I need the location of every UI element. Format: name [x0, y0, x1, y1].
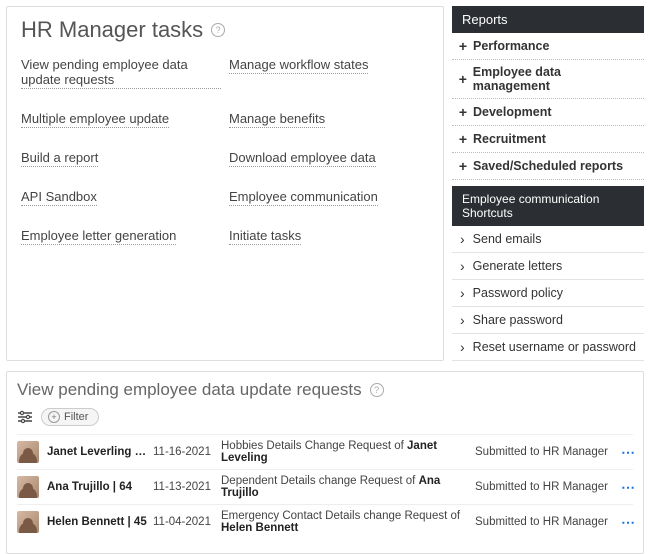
- request-row[interactable]: Ana Trujillo | 64 11-13-2021 Dependent D…: [17, 469, 633, 504]
- chevron-right-icon: ›: [460, 286, 465, 300]
- request-description: Dependent Details change Request of Ana …: [221, 475, 469, 499]
- shortcuts-header: Employee communication Shortcuts: [452, 186, 644, 226]
- expand-icon: +: [458, 71, 468, 87]
- avatar: [17, 441, 39, 463]
- report-item-saved[interactable]: + Saved/Scheduled reports: [452, 153, 644, 180]
- shortcut-label: Reset username or password: [473, 340, 636, 354]
- chevron-right-icon: ›: [460, 259, 465, 273]
- chevron-right-icon: ›: [460, 232, 465, 246]
- chevron-right-icon: ›: [460, 340, 465, 354]
- report-item-performance[interactable]: + Performance: [452, 33, 644, 60]
- task-link[interactable]: Manage benefits: [229, 111, 325, 128]
- request-status: Submitted to HR Manager: [475, 516, 615, 528]
- report-item-recruitment[interactable]: + Recruitment: [452, 126, 644, 153]
- avatar: [17, 511, 39, 533]
- request-status: Submitted to HR Manager: [475, 481, 615, 493]
- report-item-development[interactable]: + Development: [452, 99, 644, 126]
- reports-header: Reports: [452, 6, 644, 33]
- row-menu-icon[interactable]: ⋯: [621, 514, 633, 531]
- shortcut-label: Share password: [473, 313, 563, 327]
- requests-title: View pending employee data update reques…: [17, 380, 362, 400]
- report-item-emp-data[interactable]: + Employee data management: [452, 60, 644, 99]
- task-link[interactable]: API Sandbox: [21, 189, 97, 206]
- filter-label: Filter: [64, 411, 88, 423]
- tasks-title: HR Manager tasks: [21, 17, 203, 43]
- shortcut-share-password[interactable]: › Share password: [452, 307, 644, 334]
- request-row[interactable]: Janet Leverling | 56 11-16-2021 Hobbies …: [17, 434, 633, 469]
- shortcut-generate-letters[interactable]: › Generate letters: [452, 253, 644, 280]
- avatar: [17, 476, 39, 498]
- shortcut-label: Send emails: [473, 232, 542, 246]
- request-row[interactable]: Helen Bennett | 45 11-04-2021 Emergency …: [17, 504, 633, 539]
- report-label: Recruitment: [473, 132, 546, 146]
- task-link[interactable]: Employee communication: [229, 189, 378, 206]
- chevron-right-icon: ›: [460, 313, 465, 327]
- report-label: Saved/Scheduled reports: [473, 159, 623, 173]
- filter-button[interactable]: + Filter: [41, 408, 99, 426]
- shortcut-password-policy[interactable]: › Password policy: [452, 280, 644, 307]
- task-link[interactable]: Multiple employee update: [21, 111, 169, 128]
- help-icon[interactable]: ?: [370, 383, 384, 397]
- shortcut-label: Password policy: [473, 286, 563, 300]
- task-link[interactable]: View pending employee data update reques…: [21, 57, 221, 89]
- task-link[interactable]: Employee letter generation: [21, 228, 176, 245]
- settings-icon[interactable]: [17, 410, 33, 424]
- employee-name-id: Ana Trujillo | 64: [47, 481, 147, 493]
- request-date: 11-13-2021: [153, 481, 215, 493]
- report-label: Development: [473, 105, 552, 119]
- expand-icon: +: [458, 158, 468, 174]
- requests-panel: View pending employee data update reques…: [6, 371, 644, 554]
- request-date: 11-04-2021: [153, 516, 215, 528]
- expand-icon: +: [458, 104, 468, 120]
- request-status: Submitted to HR Manager: [475, 446, 615, 458]
- tasks-panel: HR Manager tasks ? View pending employee…: [6, 6, 444, 361]
- row-menu-icon[interactable]: ⋯: [621, 479, 633, 496]
- expand-icon: +: [458, 131, 468, 147]
- request-description: Hobbies Details Change Request of Janet …: [221, 440, 469, 464]
- row-menu-icon[interactable]: ⋯: [621, 444, 633, 461]
- report-label: Employee data management: [473, 65, 638, 93]
- expand-icon: +: [458, 38, 468, 54]
- employee-name-id: Janet Leverling | 56: [47, 446, 147, 458]
- shortcut-label: Generate letters: [473, 259, 563, 273]
- task-link[interactable]: Download employee data: [229, 150, 376, 167]
- employee-name-id: Helen Bennett | 45: [47, 516, 147, 528]
- help-icon[interactable]: ?: [211, 23, 225, 37]
- task-link[interactable]: Initiate tasks: [229, 228, 301, 245]
- request-description: Emergency Contact Details change Request…: [221, 510, 469, 534]
- task-link[interactable]: Build a report: [21, 150, 98, 167]
- shortcut-reset-credentials[interactable]: › Reset username or password: [452, 334, 644, 361]
- report-label: Performance: [473, 39, 549, 53]
- plus-icon: +: [48, 411, 60, 423]
- task-link[interactable]: Manage workflow states: [229, 57, 368, 74]
- request-date: 11-16-2021: [153, 446, 215, 458]
- shortcut-send-emails[interactable]: › Send emails: [452, 226, 644, 253]
